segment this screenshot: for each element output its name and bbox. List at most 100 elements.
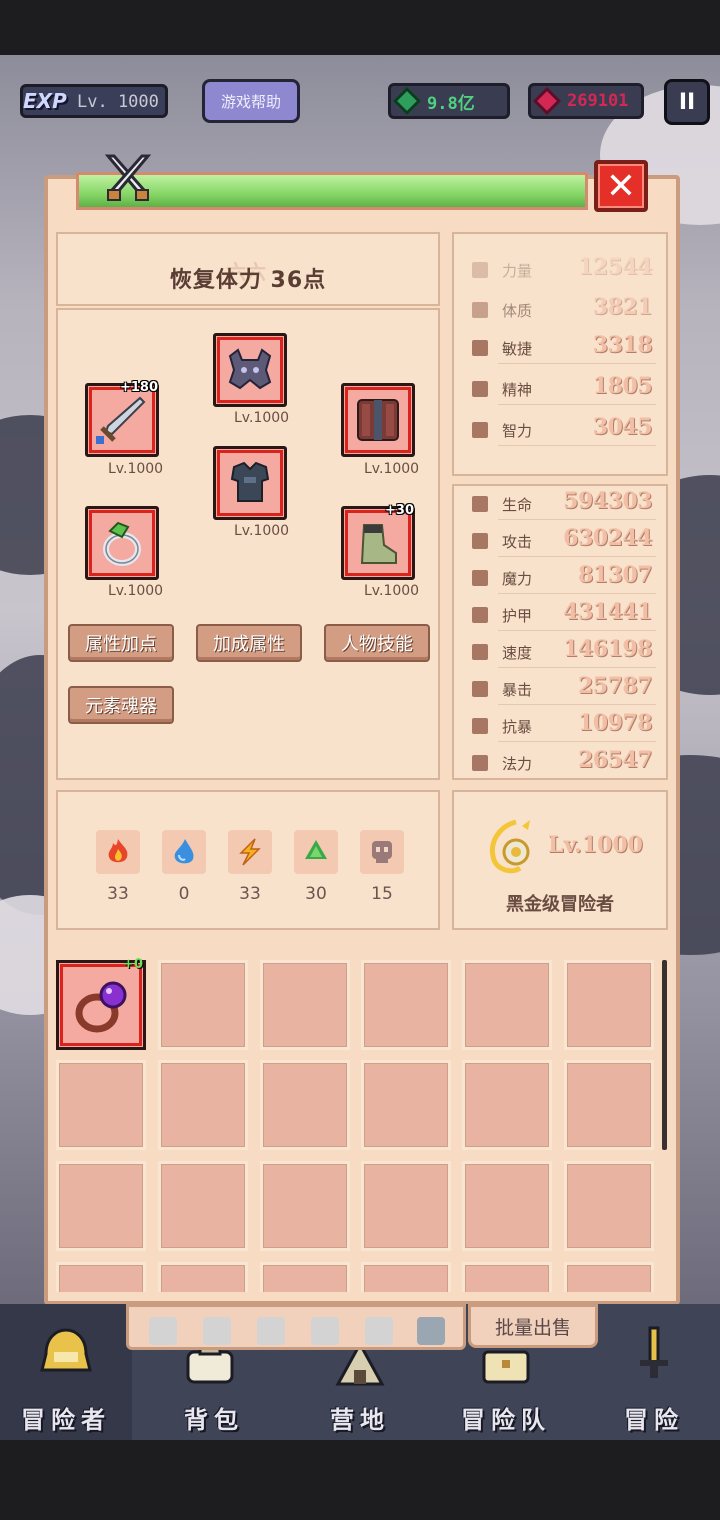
red-currency-value: 269101 — [567, 91, 629, 111]
nav-adventure[interactable]: 冒险 — [588, 1304, 720, 1440]
stat-value: 3821 — [592, 294, 653, 320]
crit-resist-icon — [472, 718, 488, 734]
tab-chest-icon[interactable] — [311, 1317, 339, 1345]
skull-icon — [372, 841, 392, 863]
wand-icon — [472, 570, 488, 586]
equip-slot-helmet[interactable] — [213, 333, 287, 407]
inventory-grid[interactable]: +0 — [50, 948, 670, 1292]
stat-name: 速度 — [502, 644, 533, 662]
tab-helmet-icon[interactable] — [257, 1317, 285, 1345]
helmet-level: Lv.1000 — [234, 410, 290, 426]
stat-name: 抗暴 — [502, 718, 533, 736]
inventory-slot[interactable] — [361, 1262, 451, 1292]
stat-name: 敏捷 — [502, 340, 533, 358]
element-area: 33 0 33 30 15 — [56, 790, 440, 930]
lightning-element — [228, 830, 272, 874]
earth-element — [294, 830, 338, 874]
inventory-slot[interactable] — [56, 1161, 146, 1251]
inventory-slot[interactable] — [56, 1262, 146, 1292]
pause-button[interactable]: II — [664, 79, 710, 125]
element-soul-button[interactable]: 元素魂器 — [68, 686, 174, 724]
inventory-slot[interactable] — [462, 960, 552, 1050]
close-button[interactable]: ✕ — [594, 160, 648, 212]
inventory-slot[interactable] — [158, 1262, 248, 1292]
stat-value: 26547 — [577, 747, 653, 773]
stat-value: 630244 — [563, 525, 652, 551]
tab-weapon-icon[interactable] — [149, 1317, 177, 1345]
red-gem-icon — [532, 86, 562, 116]
inventory-slot[interactable] — [260, 1060, 350, 1150]
sword-icon — [472, 533, 488, 549]
inventory-slot[interactable] — [361, 1161, 451, 1251]
spirit-icon — [472, 381, 488, 397]
inventory-slot[interactable] — [361, 1060, 451, 1150]
inventory-slot-1[interactable]: +0 — [56, 957, 146, 1050]
inventory-scrollbar[interactable] — [662, 960, 667, 1150]
armor-icon — [230, 461, 270, 502]
stat-value: 81307 — [577, 562, 653, 588]
inventory-slot[interactable] — [260, 1262, 350, 1292]
inventory-tabs — [126, 1304, 466, 1350]
inventory-slot[interactable] — [564, 1262, 654, 1292]
dark-element — [360, 830, 404, 874]
equip-slot-ring[interactable] — [85, 506, 159, 580]
inventory-slot[interactable] — [260, 1161, 350, 1251]
tab-armor-icon[interactable] — [203, 1317, 231, 1345]
strength-icon — [472, 262, 488, 278]
stat-row-crit-resist: 抗暴 10978 — [454, 708, 670, 744]
boots-level: Lv.1000 — [364, 583, 420, 599]
constitution-icon — [472, 302, 488, 318]
lightning-icon — [239, 838, 261, 866]
base-stats-panel[interactable]: 力量 12544 体质 3821 敏捷 3318 精神 1805 智力 3045 — [452, 232, 668, 476]
shield-icon — [472, 607, 488, 623]
inventory-slot[interactable] — [158, 1060, 248, 1150]
tab-accessory-icon[interactable] — [365, 1317, 393, 1345]
inventory-slot[interactable] — [158, 1161, 248, 1251]
water-icon — [174, 839, 194, 864]
stat-value: 146198 — [563, 636, 652, 662]
character-skills-button[interactable]: 人物技能 — [324, 624, 430, 662]
inventory-slot[interactable] — [564, 960, 654, 1050]
boots-plus: +30 — [385, 503, 414, 518]
ring-icon — [103, 521, 141, 566]
weapon-plus: +180 — [119, 380, 158, 395]
inventory-slot[interactable] — [260, 960, 350, 1050]
dark-value: 15 — [371, 884, 393, 904]
inventory-slot[interactable] — [56, 1060, 146, 1150]
stat-name: 法力 — [502, 755, 533, 773]
bonus-attributes-button[interactable]: 加成属性 — [196, 624, 302, 662]
equip-slot-boots[interactable]: +30 — [341, 503, 415, 580]
sword-icon — [96, 396, 146, 444]
inventory-slot[interactable] — [462, 1161, 552, 1251]
inventory-slot[interactable] — [564, 1161, 654, 1251]
stat-value: 594303 — [563, 488, 652, 514]
nav-adventurer[interactable]: 冒险者 — [0, 1304, 132, 1440]
equip-slot-armor[interactable] — [213, 446, 287, 520]
stat-name: 精神 — [502, 381, 533, 399]
stat-row-agility: 敏捷 3318 — [454, 330, 666, 366]
equip-slot-shield[interactable] — [341, 383, 415, 457]
stat-row-attack: 攻击 630244 — [454, 523, 670, 559]
inventory-slot[interactable] — [158, 960, 248, 1050]
attribute-points-button[interactable]: 属性加点 — [68, 624, 174, 662]
game-help-button[interactable]: 游戏帮助 — [202, 79, 300, 123]
equipment-area: Lv.1000 +180 Lv.1000 Lv.1000 Lv.1000 Lv.… — [56, 308, 440, 780]
stat-name: 攻击 — [502, 533, 533, 551]
stat-value: 431441 — [563, 599, 652, 625]
tab-ring-icon[interactable] — [417, 1317, 445, 1345]
inventory-slot[interactable] — [361, 960, 451, 1050]
mana-icon — [472, 755, 488, 771]
green-currency: 9.8亿 — [388, 83, 510, 119]
inventory-slot[interactable] — [462, 1262, 552, 1292]
rank-level: Lv.1000 — [548, 832, 643, 858]
stat-name: 暴击 — [502, 681, 533, 699]
armor-level: Lv.1000 — [234, 523, 290, 539]
boot-icon — [472, 644, 488, 660]
nav-label: 背包 — [184, 1406, 244, 1434]
inventory-slot[interactable] — [564, 1060, 654, 1150]
equip-slot-weapon[interactable]: +180 — [85, 380, 159, 457]
stat-row-mana: 法力 26547 — [454, 745, 670, 781]
bulk-sell-button[interactable]: 批量出售 — [468, 1304, 598, 1348]
inventory-slot[interactable] — [462, 1060, 552, 1150]
stat-value: 25787 — [577, 673, 653, 699]
